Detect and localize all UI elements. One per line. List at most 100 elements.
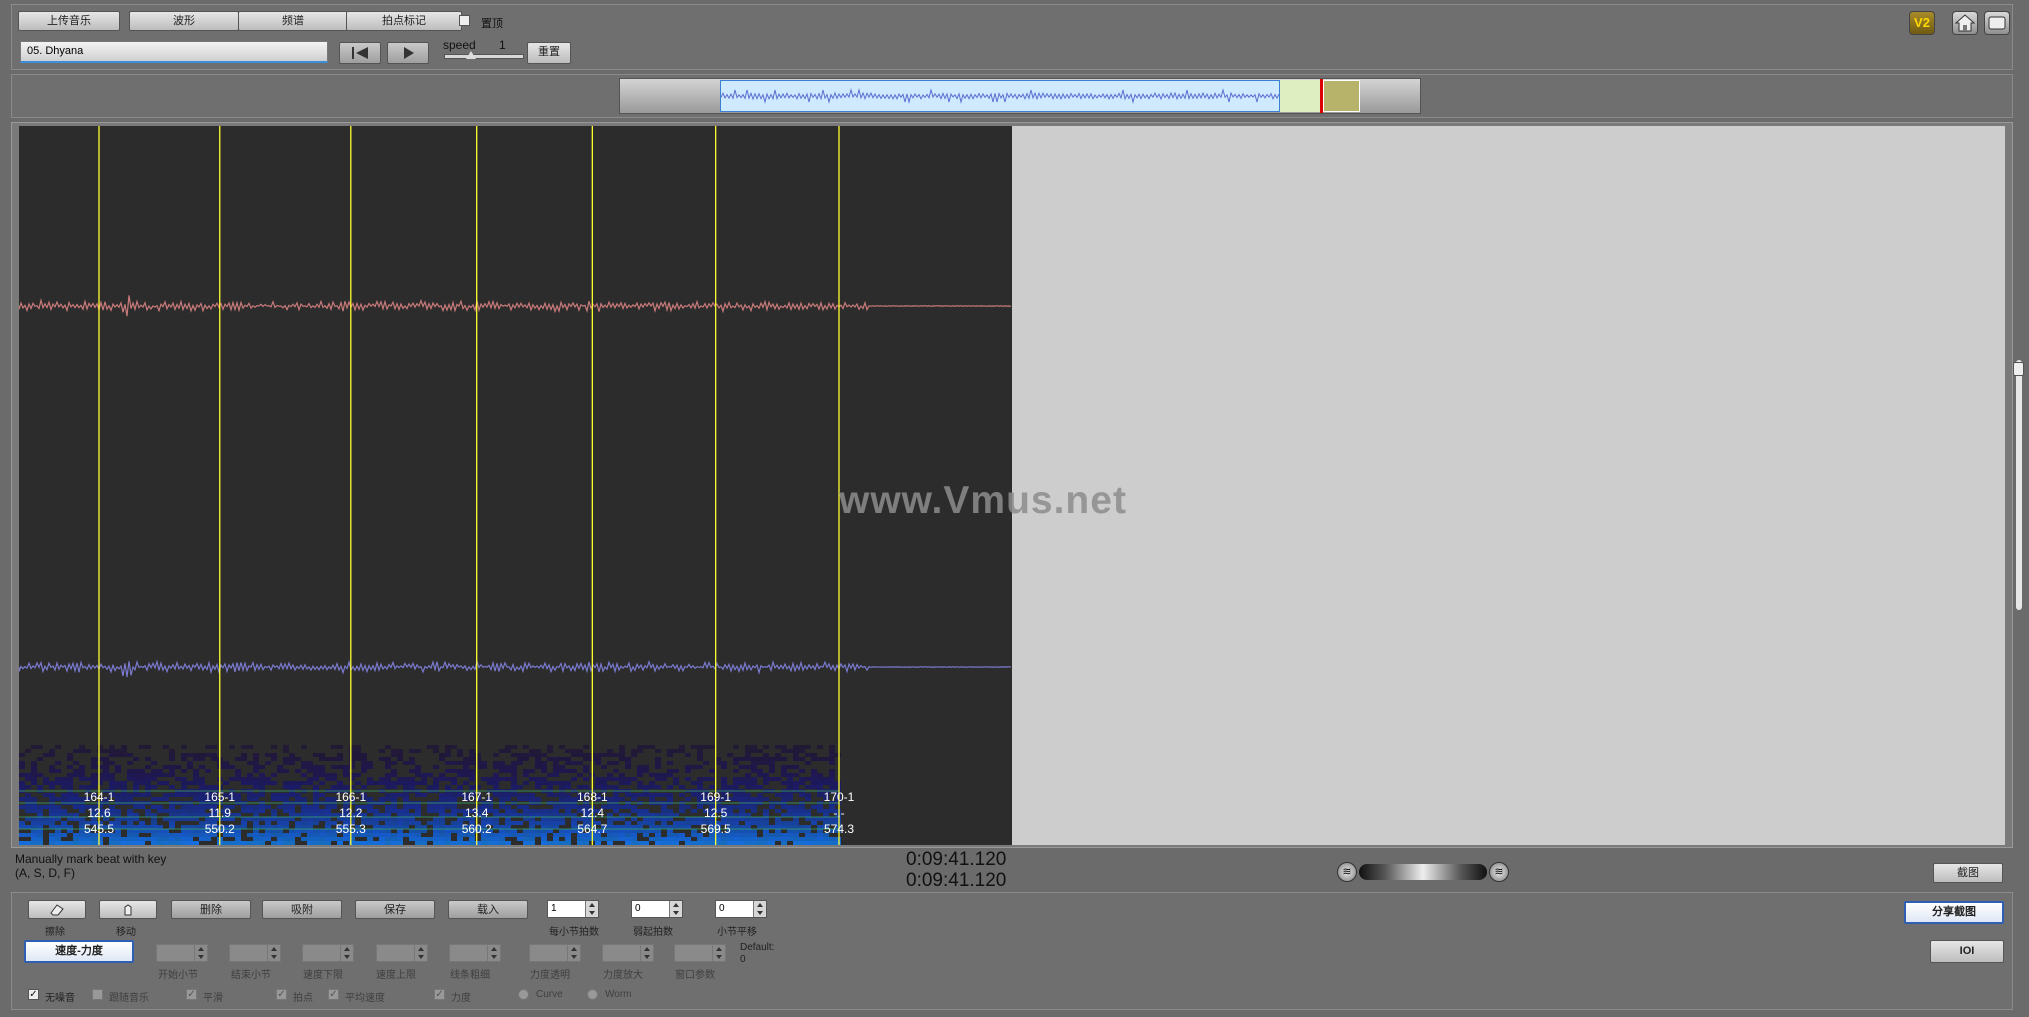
line-width-label: 线条粗细	[450, 970, 490, 981]
wave-zoom-out-icon[interactable]: ≋	[1337, 862, 1357, 882]
curve-label: Curve	[536, 989, 563, 1000]
upload-music-button[interactable]: 上传音乐	[18, 11, 120, 31]
stepper-arrows-icon[interactable]	[669, 901, 682, 917]
waveform-top-channel	[19, 295, 1012, 317]
tempo-lower-label: 速度下限	[303, 970, 343, 981]
speed-slider-thumb[interactable]	[466, 51, 476, 59]
beats-per-bar-input[interactable]: 1	[547, 900, 599, 918]
overview-waveform	[721, 88, 1279, 104]
stepper-arrows-icon[interactable]	[585, 901, 598, 917]
waveform-button[interactable]: 波形	[129, 11, 239, 31]
beat-label: 164-1	[83, 790, 115, 804]
play-icon	[404, 47, 414, 59]
snap-button[interactable]: 吸附	[262, 900, 342, 919]
erase-caption: 擦除	[45, 927, 65, 938]
screenshot-button[interactable]: 截图	[1933, 863, 2003, 883]
top-checkbox[interactable]	[459, 15, 470, 26]
right-blank-area	[1012, 126, 2005, 845]
beat-mark-button[interactable]: 拍点标记	[346, 11, 462, 31]
track-name-field[interactable]: 05. Dhyana	[20, 41, 328, 63]
beat-label: 166-1	[335, 790, 367, 804]
beat-marker-label: 169-1 12.5 569.5	[686, 789, 746, 837]
zoom-control[interactable]: ≋ ≋	[1337, 862, 1509, 882]
beat-label: 167-1	[461, 790, 493, 804]
dynamics-checkbox: ✓	[434, 989, 445, 1000]
move-caption: 移动	[116, 927, 136, 938]
stepper-arrows-icon[interactable]	[753, 901, 766, 917]
eraser-icon	[50, 904, 64, 916]
speed-label: speed	[443, 38, 476, 52]
delete-button[interactable]: 删除	[171, 900, 251, 919]
dyn-transparency-label: 力度透明	[530, 970, 570, 981]
tempo-upper-label: 速度上限	[376, 970, 416, 981]
window-param-label: 窗口参数	[675, 970, 715, 981]
default-value: 0	[740, 954, 746, 965]
smooth-label: 平滑	[203, 993, 223, 1004]
avg-tempo-label: 平均速度	[345, 993, 385, 1004]
erase-button[interactable]	[28, 900, 86, 919]
scroll-handle-icon[interactable]	[2013, 362, 2024, 376]
tempo-lower-input	[302, 944, 354, 962]
v2-icon[interactable]: V2	[1909, 11, 1935, 35]
beat-label: 169-1	[700, 790, 731, 804]
spectrum-button[interactable]: 频谱	[238, 11, 348, 31]
default-label: Default:	[740, 942, 775, 953]
beat-time: 574.3	[823, 822, 855, 836]
overview-panel	[11, 74, 2013, 118]
window-param-input	[674, 944, 726, 962]
ioi-button[interactable]: IOI	[1930, 940, 2004, 963]
reset-button[interactable]: 重置	[527, 42, 571, 64]
hint-line-2: (A, S, D, F)	[15, 866, 75, 880]
end-bar-input	[229, 944, 281, 962]
hint-line-1: Manually mark beat with key	[15, 852, 167, 866]
beat-tempo: 12.5	[703, 806, 728, 820]
smooth-checkbox: ✓	[186, 989, 197, 1000]
beats-per-bar-label: 每小节拍数	[549, 927, 599, 938]
beat-time: 550.2	[204, 822, 235, 836]
overview-view-region[interactable]	[1323, 80, 1360, 112]
overview-light-region	[1280, 80, 1320, 112]
bar-shift-value: 0	[719, 903, 725, 914]
top-toolbar: 上传音乐 波形 频谱 拍点标记 置顶 05. Dhyana speed 1 重置…	[11, 4, 2013, 70]
beat-time: 560.2	[461, 822, 492, 836]
fullscreen-icon[interactable]	[1984, 11, 2010, 35]
overview-track[interactable]	[619, 78, 1421, 114]
rewind-button[interactable]	[339, 42, 381, 64]
play-button[interactable]	[387, 42, 429, 64]
speed-value: 1	[499, 38, 506, 52]
beat-tempo: 12.2	[339, 806, 363, 820]
home-icon[interactable]	[1952, 11, 1978, 35]
move-button[interactable]	[99, 900, 157, 919]
weak-beats-label: 弱起拍数	[633, 927, 673, 938]
dyn-zoom-input	[602, 944, 654, 962]
bar-shift-input[interactable]: 0	[715, 900, 767, 918]
beat-marker-label: 166-1 12.2 555.3	[321, 789, 381, 837]
vertical-scrollbar[interactable]	[2016, 360, 2022, 610]
share-screenshot-button[interactable]: 分享截图	[1904, 901, 2004, 924]
beat-checkbox: ✓	[276, 989, 287, 1000]
wave-zoom-in-icon[interactable]: ≋	[1489, 862, 1509, 882]
zoom-slider[interactable]	[1359, 864, 1487, 880]
follow-label: 跟随音乐	[109, 993, 149, 1004]
weak-beats-input[interactable]: 0	[631, 900, 683, 918]
tempo-dynamics-button[interactable]: 速度-力度	[24, 940, 134, 963]
speed-slider[interactable]	[444, 51, 524, 59]
save-button[interactable]: 保存	[355, 900, 435, 919]
beat-marker-label: 165-1 11.9 550.2	[190, 789, 250, 837]
beat-tempo: -.-	[833, 806, 845, 820]
skip-back-icon	[352, 47, 368, 59]
watermark: www.Vmus.net	[839, 479, 1127, 522]
nowave-label: 无噪音	[45, 993, 75, 1004]
overview-wave-path	[721, 88, 1279, 104]
nowave-checkbox[interactable]: ✓	[28, 989, 39, 1000]
load-button[interactable]: 载入	[448, 900, 528, 919]
tempo-upper-input	[376, 944, 428, 962]
move-hand-icon	[124, 904, 132, 916]
avg-tempo-checkbox: ✓	[328, 989, 339, 1000]
beat-tempo: 13.4	[465, 806, 489, 820]
beat-marker-label: 167-1 13.4 560.2	[447, 789, 507, 837]
beat-time: 555.3	[335, 822, 366, 836]
overview-selection[interactable]	[720, 80, 1280, 112]
beat-label: 168-1	[576, 790, 608, 804]
end-bar-label: 结束小节	[231, 970, 271, 981]
